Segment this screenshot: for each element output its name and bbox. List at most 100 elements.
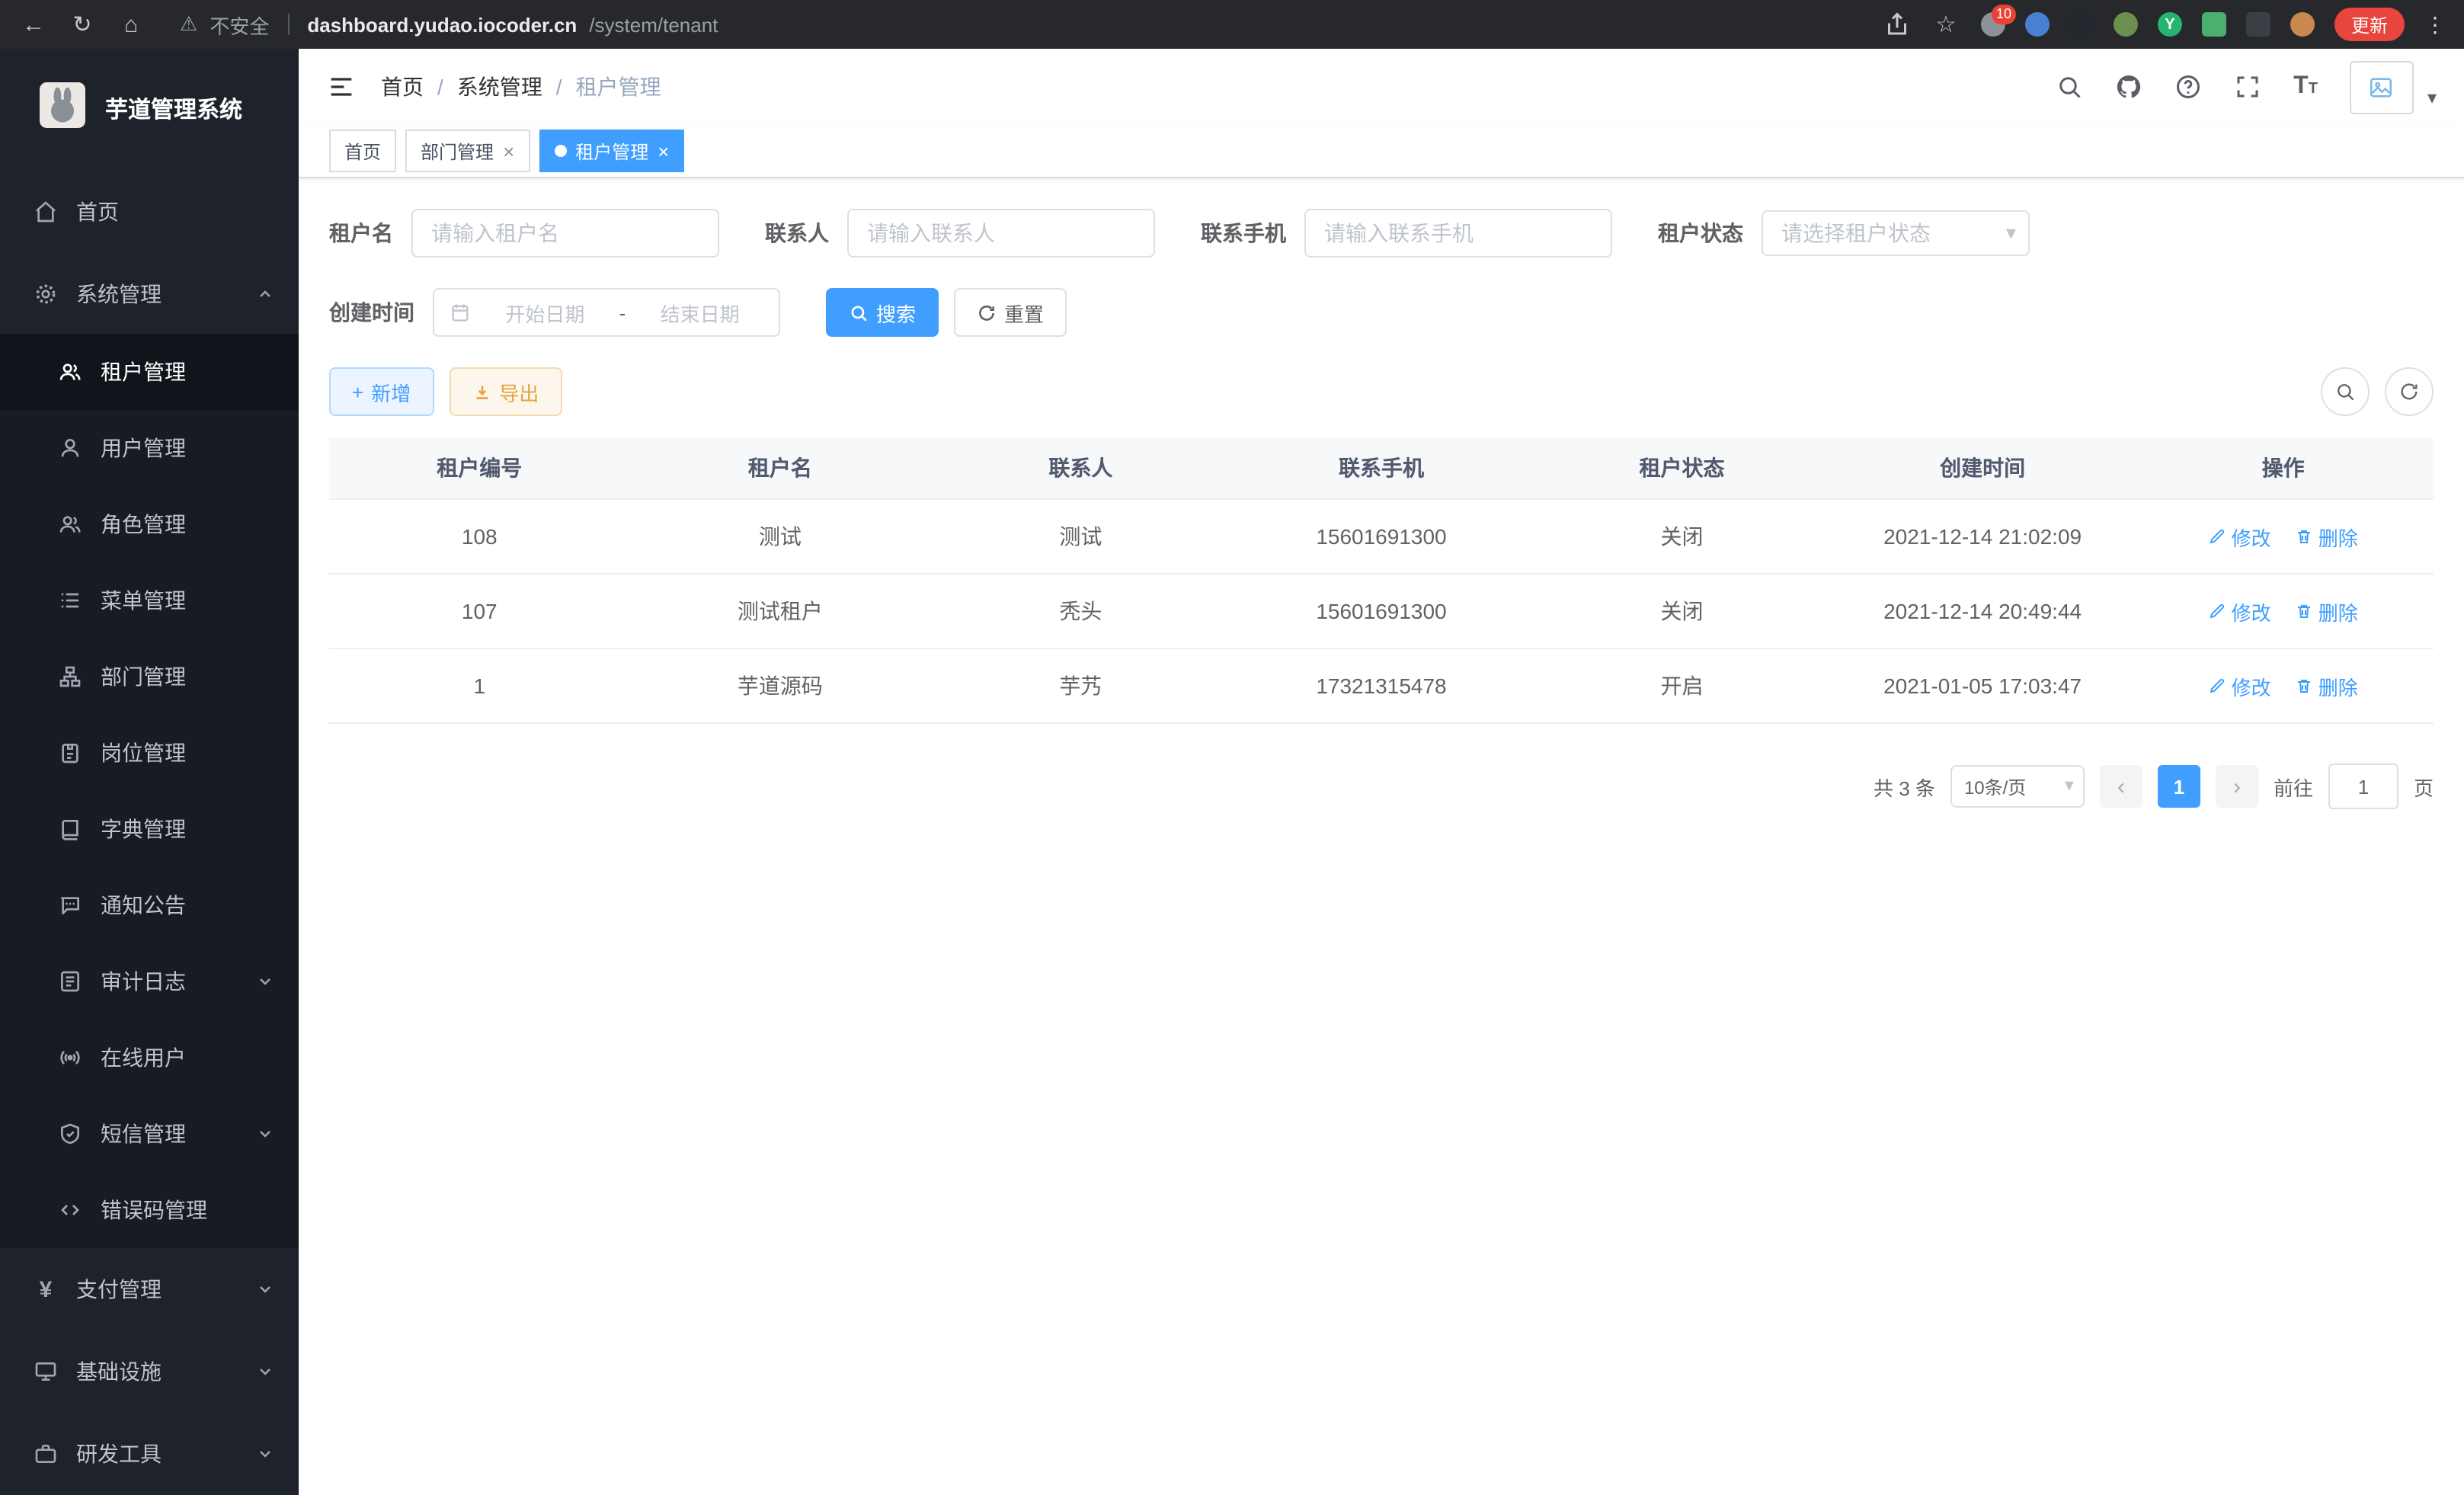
avatar[interactable] [2350, 60, 2414, 114]
tenant-name-input[interactable] [411, 209, 719, 258]
sidebar-collapse-icon[interactable] [326, 72, 357, 102]
sidebar-item-system[interactable]: 系统管理 [0, 252, 299, 335]
goto-page-input[interactable] [2328, 764, 2398, 809]
avatar-caret-icon[interactable]: ▾ [2427, 86, 2437, 107]
toggle-search-button[interactable] [2321, 367, 2370, 416]
tenant-name-label: 租户名 [329, 218, 393, 248]
message-icon [58, 894, 82, 918]
share-icon[interactable] [1883, 11, 1911, 38]
browser-update-button[interactable]: 更新 [2334, 8, 2405, 41]
sidebar-item-label: 租户管理 [101, 357, 186, 388]
font-size-icon[interactable]: TT [2293, 75, 2318, 99]
browser-refresh-icon[interactable]: ↻ [67, 11, 98, 38]
sidebar-item-payment[interactable]: ¥ 支付管理 [0, 1249, 299, 1331]
extension-icon-1[interactable]: 10 [1981, 12, 2005, 37]
sidebar-item-post[interactable]: 岗位管理 [0, 715, 299, 792]
profile-avatar-icon[interactable] [2290, 12, 2315, 37]
edit-link[interactable]: 修改 [2209, 671, 2271, 700]
sidebar-item-devtools[interactable]: 研发工具 [0, 1413, 299, 1495]
help-icon[interactable] [2174, 73, 2202, 101]
sidebar-item-infra[interactable]: 基础设施 [0, 1331, 299, 1413]
address-bar[interactable]: ⚠ 不安全 dashboard.yudao.iocoder.cn/system/… [180, 10, 718, 39]
tab-dept[interactable]: 部门管理 × [405, 130, 530, 172]
bookmark-star-icon[interactable]: ☆ [1931, 11, 1961, 38]
sidebar-item-user[interactable]: 用户管理 [0, 411, 299, 487]
sidebar-item-home[interactable]: 首页 [0, 171, 299, 253]
delete-link[interactable]: 删除 [2296, 671, 2358, 700]
browser-back-icon[interactable]: ← [18, 11, 49, 37]
current-page-button[interactable]: 1 [2158, 765, 2200, 808]
filter-row-2: 创建时间 开始日期 - 结束日期 搜索 重置 [329, 288, 2434, 337]
page-size-select[interactable]: ▾ [1950, 765, 2085, 808]
refresh-table-button[interactable] [2385, 367, 2434, 416]
active-tab-dot [554, 145, 566, 157]
col-header-time: 创建时间 [1832, 437, 2133, 499]
contact-input[interactable] [847, 209, 1155, 258]
table-header-row: 租户编号 租户名 联系人 联系手机 租户状态 创建时间 操作 [329, 437, 2434, 499]
sidebar-item-audit-log[interactable]: 审计日志 [0, 944, 299, 1020]
extension-icon-6[interactable] [2202, 12, 2226, 37]
gear-icon [34, 281, 58, 306]
edit-link[interactable]: 修改 [2209, 597, 2271, 626]
breadcrumb-item-home[interactable]: 首页 [381, 72, 424, 102]
status-select-input[interactable] [1762, 210, 2030, 256]
org-tree-icon [58, 665, 82, 690]
sidebar-item-dept[interactable]: 部门管理 [0, 639, 299, 715]
col-header-phone: 联系手机 [1231, 437, 1532, 499]
extension-icon-5[interactable]: Y [2158, 12, 2182, 37]
sidebar-item-online-users[interactable]: 在线用户 [0, 1020, 299, 1096]
refresh-icon [977, 303, 997, 322]
roles-icon [58, 513, 82, 537]
edit-link[interactable]: 修改 [2209, 522, 2271, 551]
close-icon[interactable]: × [503, 141, 514, 161]
breadcrumb-item-system[interactable]: 系统管理 [457, 72, 542, 102]
next-page-button[interactable]: › [2216, 765, 2258, 808]
delete-link[interactable]: 删除 [2296, 597, 2358, 626]
shield-icon [58, 1122, 82, 1147]
browser-menu-icon[interactable]: ⋮ [2424, 11, 2446, 37]
sidebar-item-tenant[interactable]: 租户管理 [0, 335, 299, 411]
sidebar-item-sms[interactable]: 短信管理 [0, 1096, 299, 1173]
export-button[interactable]: 导出 [449, 367, 562, 416]
table-row: 108 测试 测试 15601691300 关闭 2021-12-14 21:0… [329, 499, 2434, 574]
tab-home[interactable]: 首页 [329, 130, 396, 172]
browser-actions: ☆ 10 Y 更新 ⋮ [1883, 8, 2446, 41]
status-select[interactable]: ▾ [1762, 210, 2030, 256]
close-icon[interactable]: × [658, 141, 669, 161]
monitor-icon [34, 1359, 58, 1384]
extension-icon-4[interactable] [2114, 12, 2138, 37]
extension-icon-2[interactable] [2025, 12, 2050, 37]
table-row: 1 芋道源码 芋艿 17321315478 开启 2021-01-05 17:0… [329, 648, 2434, 723]
sidebar-item-dict[interactable]: 字典管理 [0, 792, 299, 868]
delete-link[interactable]: 删除 [2296, 522, 2358, 551]
extension-icon-3[interactable] [2069, 12, 2094, 37]
tab-tenant[interactable]: 租户管理 × [539, 130, 684, 172]
col-header-name: 租户名 [630, 437, 931, 499]
sidebar-item-notice[interactable]: 通知公告 [0, 868, 299, 944]
chevron-down-icon [256, 1281, 274, 1299]
puzzle-extension-icon[interactable] [2246, 12, 2270, 37]
contact-label: 联系人 [765, 218, 829, 248]
sidebar-item-label: 字典管理 [101, 815, 186, 845]
table-toolbar: + 新增 导出 [329, 367, 2434, 416]
phone-input[interactable] [1304, 209, 1612, 258]
add-button[interactable]: + 新增 [329, 367, 434, 416]
breadcrumb-separator: / [437, 75, 443, 99]
url-host: dashboard.yudao.iocoder.cn [307, 13, 577, 36]
reset-button[interactable]: 重置 [954, 288, 1067, 337]
sidebar-item-menu[interactable]: 菜单管理 [0, 563, 299, 639]
search-icon[interactable] [2056, 73, 2083, 101]
sidebar-item-error-code[interactable]: 错误码管理 [0, 1173, 299, 1249]
page-size-input[interactable] [1950, 765, 2085, 808]
sidebar-item-role[interactable]: 角色管理 [0, 487, 299, 563]
date-range-picker[interactable]: 开始日期 - 结束日期 [433, 288, 780, 337]
browser-home-icon[interactable]: ⌂ [116, 11, 146, 37]
app-logo[interactable]: 芋道管理系统 [0, 49, 299, 171]
github-icon[interactable] [2115, 73, 2142, 101]
breadcrumb: 首页 / 系统管理 / 租户管理 [381, 72, 661, 102]
search-button[interactable]: 搜索 [826, 288, 939, 337]
fullscreen-icon[interactable] [2234, 73, 2261, 101]
security-label[interactable]: 不安全 [210, 10, 269, 39]
sidebar-item-label: 角色管理 [101, 510, 186, 540]
prev-page-button[interactable]: ‹ [2100, 765, 2142, 808]
